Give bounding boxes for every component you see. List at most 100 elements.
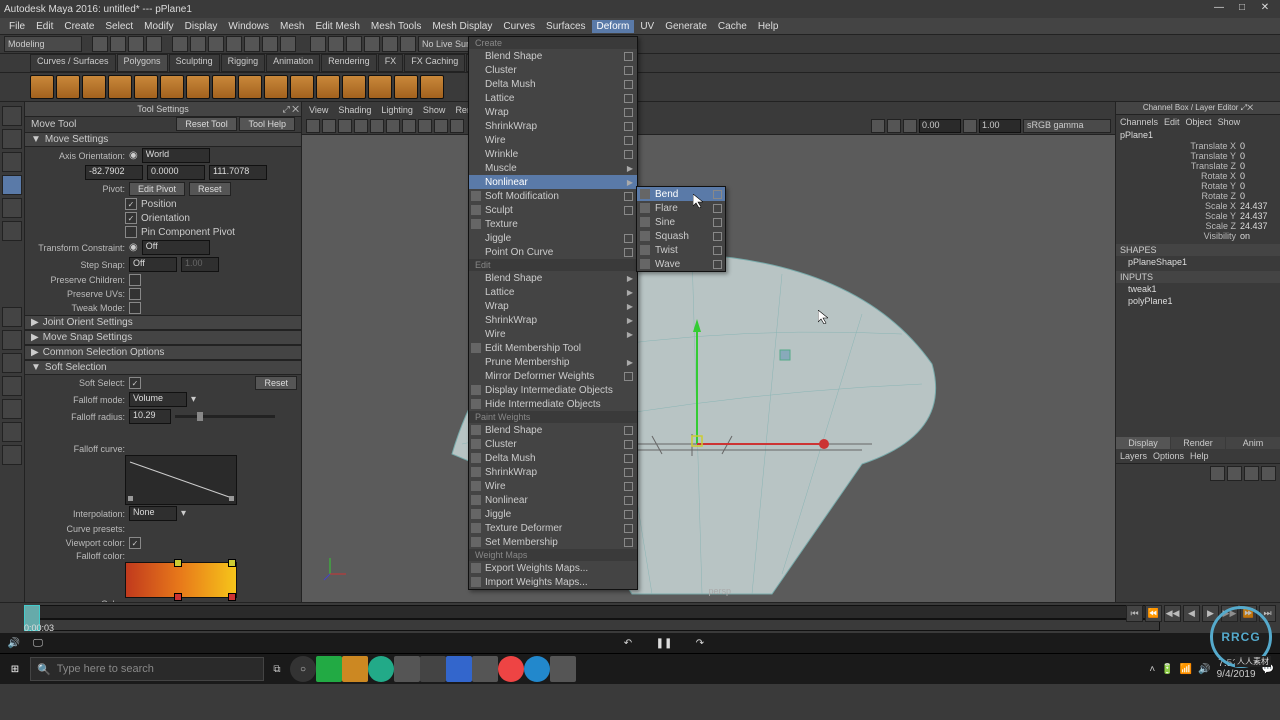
layout-icon[interactable] (2, 353, 22, 373)
shelf-icon[interactable] (82, 75, 106, 99)
menu-item-cluster[interactable]: Cluster (469, 63, 637, 77)
toolbar-icon[interactable] (146, 36, 162, 52)
menu-deform[interactable]: Deform (592, 20, 635, 33)
attr-value[interactable]: 0 (1240, 161, 1276, 171)
option-box-icon[interactable] (624, 524, 633, 533)
menu-item-wire[interactable]: Wire▶ (469, 327, 637, 341)
toolbar-icon[interactable] (310, 36, 326, 52)
layer-tab-anim[interactable]: Anim (1226, 437, 1280, 449)
section-move-settings[interactable]: Move Settings (45, 134, 108, 145)
shelf-tab[interactable]: Animation (266, 54, 320, 72)
menu-windows[interactable]: Windows (223, 20, 274, 33)
menu-item-blend-shape[interactable]: Blend Shape▶ (469, 271, 637, 285)
app-icon[interactable] (550, 656, 576, 682)
option-box-icon[interactable] (624, 468, 633, 477)
disclosure-icon[interactable]: ▶ (31, 332, 39, 343)
menu-item-delta-mush[interactable]: Delta Mush (469, 77, 637, 91)
layers-help[interactable]: Help (1190, 451, 1209, 461)
toolbar-icon[interactable] (172, 36, 188, 52)
tray-date[interactable]: 9/4/2019 (1217, 669, 1256, 680)
submenu-item-sine[interactable]: Sine (637, 215, 725, 229)
vp-icon[interactable] (450, 119, 464, 133)
falloff-radius-slider[interactable] (175, 415, 275, 418)
toolbar-icon[interactable] (328, 36, 344, 52)
disclosure-icon[interactable]: ▼ (31, 134, 41, 145)
menu-item-sculpt[interactable]: Sculpt (469, 203, 637, 217)
menu-select[interactable]: Select (100, 20, 138, 33)
attr-value[interactable]: 24.437 (1240, 211, 1276, 221)
preset-icon[interactable] (194, 523, 206, 535)
layer-icon[interactable] (1210, 466, 1225, 481)
tray-icon[interactable]: 🔋 (1161, 664, 1173, 675)
toolbar-icon[interactable] (190, 36, 206, 52)
dropdown-icon[interactable]: ▾ (191, 394, 196, 405)
menu-curves[interactable]: Curves (498, 20, 540, 33)
section-common-selection[interactable]: Common Selection Options (43, 347, 165, 358)
paint-select-icon[interactable] (2, 152, 22, 172)
volume-icon[interactable]: 🔊 (6, 635, 22, 651)
shelf-tab[interactable]: Sculpting (169, 54, 220, 72)
falloff-mode-value[interactable]: Volume (129, 392, 187, 407)
attr-value[interactable]: on (1240, 231, 1276, 241)
toolbar-icon[interactable] (364, 36, 380, 52)
preset-icon[interactable] (207, 523, 219, 535)
move-tool-icon[interactable] (2, 175, 22, 195)
option-box-icon[interactable] (624, 80, 633, 89)
menu-edit-mesh[interactable]: Edit Mesh (310, 20, 364, 33)
preserve-children-checkbox[interactable] (129, 274, 141, 286)
option-box-icon[interactable] (624, 66, 633, 75)
submenu-item-flare[interactable]: Flare (637, 201, 725, 215)
shelf-icon[interactable] (108, 75, 132, 99)
shape-name[interactable]: pPlaneShape1 (1116, 256, 1280, 268)
option-box-icon[interactable] (624, 136, 633, 145)
menu-item-soft-modification[interactable]: Soft Modification (469, 189, 637, 203)
shelf-icon[interactable] (186, 75, 210, 99)
option-box-icon[interactable] (713, 204, 722, 213)
coord-z[interactable]: 111.7078 (209, 165, 267, 180)
option-box-icon[interactable] (624, 122, 633, 131)
option-box-icon[interactable] (624, 94, 633, 103)
soft-reset-button[interactable]: Reset (255, 376, 297, 390)
tray-chevron-icon[interactable]: ˄ (1149, 664, 1155, 675)
option-box-icon[interactable] (713, 232, 722, 241)
gamma-dropdown[interactable]: sRGB gamma (1023, 119, 1111, 133)
menu-help[interactable]: Help (753, 20, 784, 33)
attr-value[interactable]: 0 (1240, 191, 1276, 201)
menu-mesh[interactable]: Mesh (275, 20, 309, 33)
menu-item-wire[interactable]: Wire (469, 479, 637, 493)
attr-value[interactable]: 0 (1240, 171, 1276, 181)
menu-create[interactable]: Create (59, 20, 99, 33)
submenu-item-wave[interactable]: Wave (637, 257, 725, 271)
pin-component-checkbox[interactable] (125, 226, 137, 238)
menu-item-mirror-deformer-weights[interactable]: Mirror Deformer Weights (469, 369, 637, 383)
vp-icon[interactable] (338, 119, 352, 133)
radio-icon[interactable]: ◉ (129, 242, 138, 253)
vp-icon[interactable] (434, 119, 448, 133)
cortana-icon[interactable]: ○ (290, 656, 316, 682)
shelf-tab[interactable]: FX Caching (404, 54, 465, 72)
dropdown-icon[interactable]: ▾ (181, 508, 186, 519)
preset-icon[interactable] (155, 523, 167, 535)
position-checkbox[interactable]: ✓ (125, 198, 137, 210)
toolbar-icon[interactable] (346, 36, 362, 52)
menu-item-blend-shape[interactable]: Blend Shape (469, 49, 637, 63)
object-name[interactable]: pPlane1 (1116, 129, 1280, 141)
toolbar-icon[interactable] (226, 36, 242, 52)
coord-x[interactable]: -82.7902 (85, 165, 143, 180)
tweak-mode-checkbox[interactable] (129, 302, 141, 314)
menu-cache[interactable]: Cache (713, 20, 752, 33)
option-box-icon[interactable] (624, 150, 633, 159)
shelf-icon[interactable] (238, 75, 262, 99)
option-box-icon[interactable] (624, 454, 633, 463)
tab-channels[interactable]: Channels (1120, 117, 1158, 127)
menu-item-texture[interactable]: Texture (469, 217, 637, 231)
menu-uv[interactable]: UV (635, 20, 659, 33)
toolbar-icon[interactable] (400, 36, 416, 52)
menu-item-point-on-curve[interactable]: Point On Curve (469, 245, 637, 259)
menu-item-lattice[interactable]: Lattice (469, 91, 637, 105)
menu-mesh-display[interactable]: Mesh Display (427, 20, 497, 33)
shelf-icon[interactable] (290, 75, 314, 99)
vp-icon[interactable] (871, 119, 885, 133)
option-box-icon[interactable] (624, 108, 633, 117)
attr-value[interactable]: 0 (1240, 151, 1276, 161)
